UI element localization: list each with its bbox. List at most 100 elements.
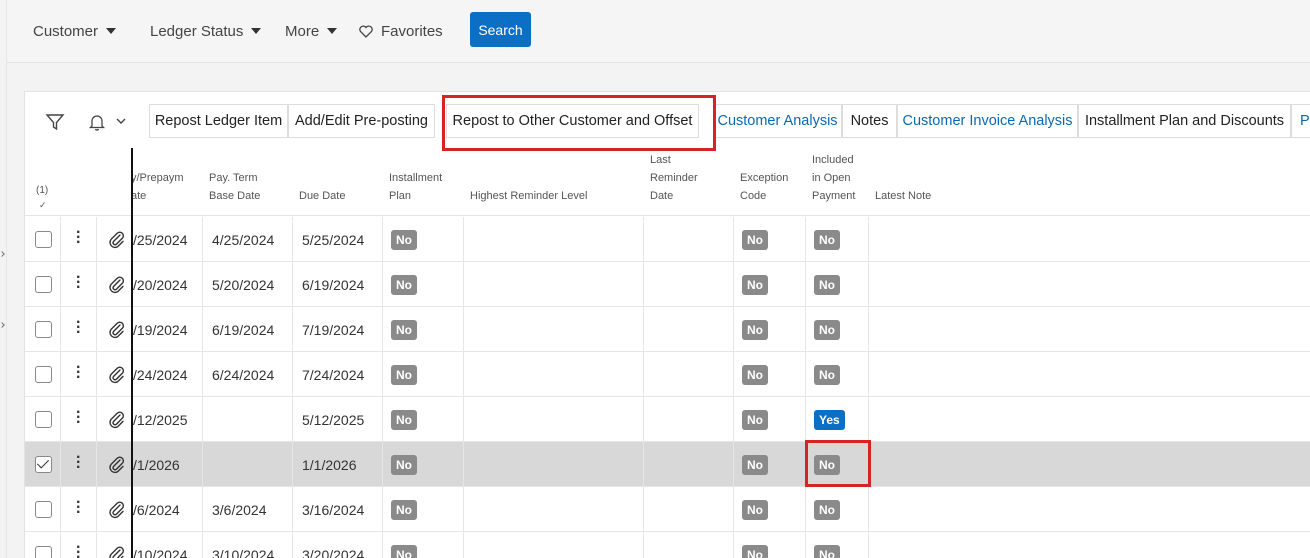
table-row[interactable]: · · · /6/2024 3/6/2024 3/16/2024 No No No	[25, 487, 1310, 532]
cell-divider	[60, 397, 61, 442]
column-header-included-in-open-payment[interactable]: Included in Open Payment	[812, 151, 855, 205]
kebab-menu-icon[interactable]: · · ·	[76, 450, 81, 476]
cell-divider	[643, 307, 644, 352]
cell-divider	[805, 487, 806, 532]
paperclip-icon[interactable]	[107, 274, 125, 294]
due-date-cell: 5/25/2024	[302, 231, 365, 248]
row-checkbox[interactable]	[35, 546, 52, 558]
cell-divider	[805, 307, 806, 352]
cell-divider	[60, 307, 61, 352]
row-checkbox[interactable]	[35, 231, 52, 248]
more-filter[interactable]: More	[285, 21, 338, 41]
truncated-toolbar-link[interactable]: Pa	[1291, 104, 1310, 138]
repost-ledger-item-button[interactable]: Repost Ledger Item	[149, 104, 288, 138]
date-cell: /6/2024	[133, 501, 180, 518]
cell-divider	[733, 442, 734, 487]
left-nav-strip	[0, 0, 7, 558]
paperclip-icon[interactable]	[107, 454, 125, 474]
kebab-menu-icon[interactable]: · · ·	[76, 315, 81, 341]
installment-plan-discounts-button[interactable]: Installment Plan and Discounts	[1078, 104, 1291, 138]
cell-divider	[292, 352, 293, 397]
column-header-installment-plan[interactable]: Installment Plan	[389, 169, 442, 205]
row-checkbox[interactable]	[35, 411, 52, 428]
cell-divider	[60, 487, 61, 532]
kebab-menu-icon[interactable]: · · ·	[76, 495, 81, 521]
table-row[interactable]: · · · /24/2024 6/24/2024 7/24/2024 No No No	[25, 352, 1310, 397]
selection-count-text: (1)	[36, 185, 49, 196]
chevron-right-icon[interactable]	[0, 251, 5, 257]
customer-filter[interactable]: Customer	[33, 21, 117, 41]
column-header-pay-term-base-date[interactable]: Pay. Term Base Date	[209, 169, 260, 205]
exception-code-cell: No	[742, 307, 768, 352]
cell-divider	[463, 217, 464, 262]
table-row[interactable]: · · · /10/2024 3/10/2024 3/20/2024 No No No	[25, 532, 1310, 558]
customer-analysis-link[interactable]: Customer Analysis	[713, 104, 842, 138]
cell-divider	[733, 532, 734, 558]
bell-icon[interactable]	[87, 112, 107, 132]
table-row[interactable]: · · ·/1/2026 1/1/2026 No No No	[25, 442, 1310, 487]
frozen-column-divider	[131, 148, 133, 558]
column-header-highest-reminder-level[interactable]: Highest Reminder Level	[470, 187, 587, 205]
notes-button[interactable]: Notes	[842, 104, 897, 138]
column-header-last-reminder-date[interactable]: Last Reminder Date	[650, 151, 698, 205]
column-header-exception-code[interactable]: Exception Code	[740, 169, 788, 205]
table-row[interactable]: · · · /25/2024 4/25/2024 5/25/2024 No No No	[25, 217, 1310, 262]
column-header-date[interactable]: y/Prepaym ate	[131, 169, 184, 205]
due-date-cell: 5/12/2025	[302, 411, 365, 428]
due-date-cell: 3/16/2024	[302, 501, 365, 518]
ledger-items-panel: Repost Ledger Item Add/Edit Pre-posting …	[24, 91, 1310, 558]
column-header-latest-note[interactable]: Latest Note	[875, 187, 931, 205]
cell-divider	[292, 397, 293, 442]
paperclip-icon[interactable]	[107, 544, 125, 558]
kebab-menu-icon[interactable]: · · ·	[76, 270, 81, 296]
row-checkbox[interactable]	[35, 456, 52, 473]
kebab-menu-icon[interactable]: · · ·	[76, 540, 81, 558]
paperclip-icon[interactable]	[107, 319, 125, 339]
cell-divider	[463, 487, 464, 532]
cell-divider	[463, 262, 464, 307]
paperclip-icon[interactable]	[107, 364, 125, 384]
chevron-down-icon[interactable]	[114, 114, 128, 128]
included-in-open-payment-cell: No	[814, 217, 840, 262]
kebab-menu-icon[interactable]: · · ·	[76, 225, 81, 251]
chevron-right-icon[interactable]	[0, 322, 5, 328]
customer-invoice-analysis-link[interactable]: Customer Invoice Analysis	[897, 104, 1078, 138]
column-header-due-date[interactable]: Due Date	[299, 187, 345, 205]
exception-code-badge: No	[742, 364, 768, 385]
kebab-menu-icon[interactable]: · · ·	[76, 405, 81, 431]
cell-divider	[202, 397, 203, 442]
selection-count[interactable]: (1) ✓	[36, 184, 48, 212]
table-row[interactable]: · · · /20/2024 5/20/2024 6/19/2024 No No No	[25, 262, 1310, 307]
row-checkbox[interactable]	[35, 321, 52, 338]
cell-divider	[96, 262, 97, 307]
paperclip-icon[interactable]	[107, 409, 125, 429]
pay-term-base-date-cell: 6/24/2024	[212, 366, 275, 383]
exception-code-badge: No	[742, 319, 768, 340]
caret-down-icon	[106, 28, 117, 34]
included-in-open-payment-cell: No	[814, 262, 840, 307]
table-row[interactable]: · · · /19/2024 6/19/2024 7/19/2024 No No No	[25, 307, 1310, 352]
cell-divider	[96, 442, 97, 487]
row-checkbox[interactable]	[35, 366, 52, 383]
kebab-menu-icon[interactable]: · · ·	[76, 360, 81, 386]
ledger-status-filter[interactable]: Ledger Status	[150, 21, 262, 41]
paperclip-icon[interactable]	[107, 229, 125, 249]
cell-divider	[96, 532, 97, 558]
table-row[interactable]: · · · /12/2025 5/12/2025 No No Yes	[25, 397, 1310, 442]
exception-code-cell: No	[742, 217, 768, 262]
row-checkbox[interactable]	[35, 501, 52, 518]
cell-divider	[463, 532, 464, 558]
due-date-cell: 6/19/2024	[302, 276, 365, 293]
pay-term-base-date-cell: 4/25/2024	[212, 231, 275, 248]
cell-divider	[733, 307, 734, 352]
cell-divider	[805, 532, 806, 558]
favorites-label: Favorites	[381, 22, 443, 40]
filter-icon[interactable]	[45, 112, 65, 132]
cell-divider	[202, 487, 203, 532]
favorites-button[interactable]: Favorites	[359, 21, 443, 41]
paperclip-icon[interactable]	[107, 499, 125, 519]
row-checkbox[interactable]	[35, 276, 52, 293]
search-button[interactable]: Search	[470, 12, 531, 47]
add-edit-pre-posting-button[interactable]: Add/Edit Pre-posting	[288, 104, 435, 138]
check-icon: ✓	[39, 200, 47, 210]
